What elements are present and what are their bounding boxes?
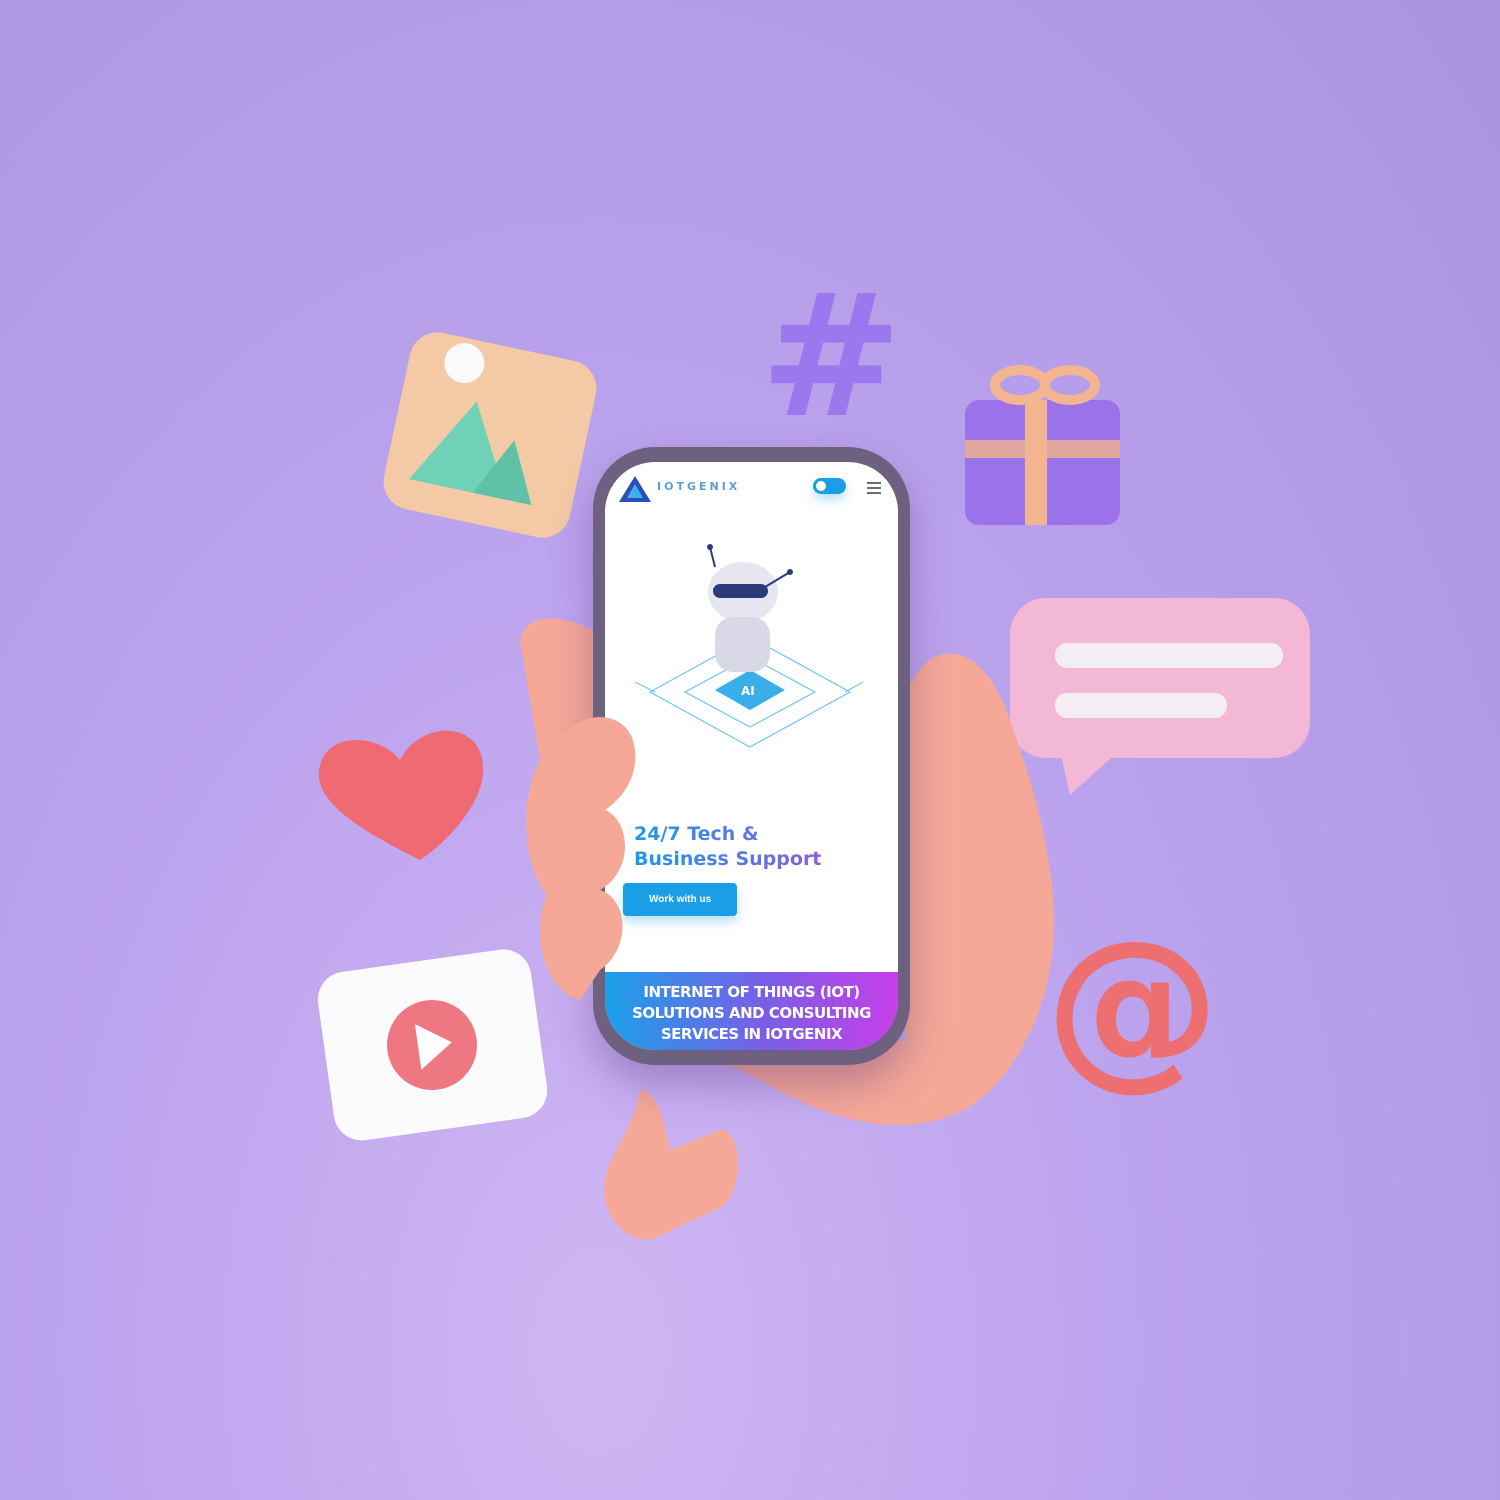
iotgenix-logo-icon[interactable] [617, 474, 653, 506]
chat-bubble-icon [1010, 598, 1310, 795]
hand-fingers [531, 717, 636, 1000]
heart-icon [318, 730, 484, 860]
ai-robot-illustration: AI [635, 544, 864, 748]
ai-chip-label: AI [741, 684, 755, 698]
image-icon [383, 332, 597, 538]
hamburger-icon[interactable] [867, 482, 881, 497]
at-icon: @ [1045, 904, 1220, 1107]
hash-icon: # [760, 258, 902, 456]
hero-headline: 24/7 Tech & Business Support [634, 823, 822, 870]
theme-toggle[interactable] [813, 478, 846, 494]
thumbs-up-icon [604, 1090, 739, 1240]
gift-icon [965, 365, 1120, 525]
video-play-icon [317, 949, 548, 1141]
brand-name[interactable]: IOTGENIX [657, 480, 740, 493]
